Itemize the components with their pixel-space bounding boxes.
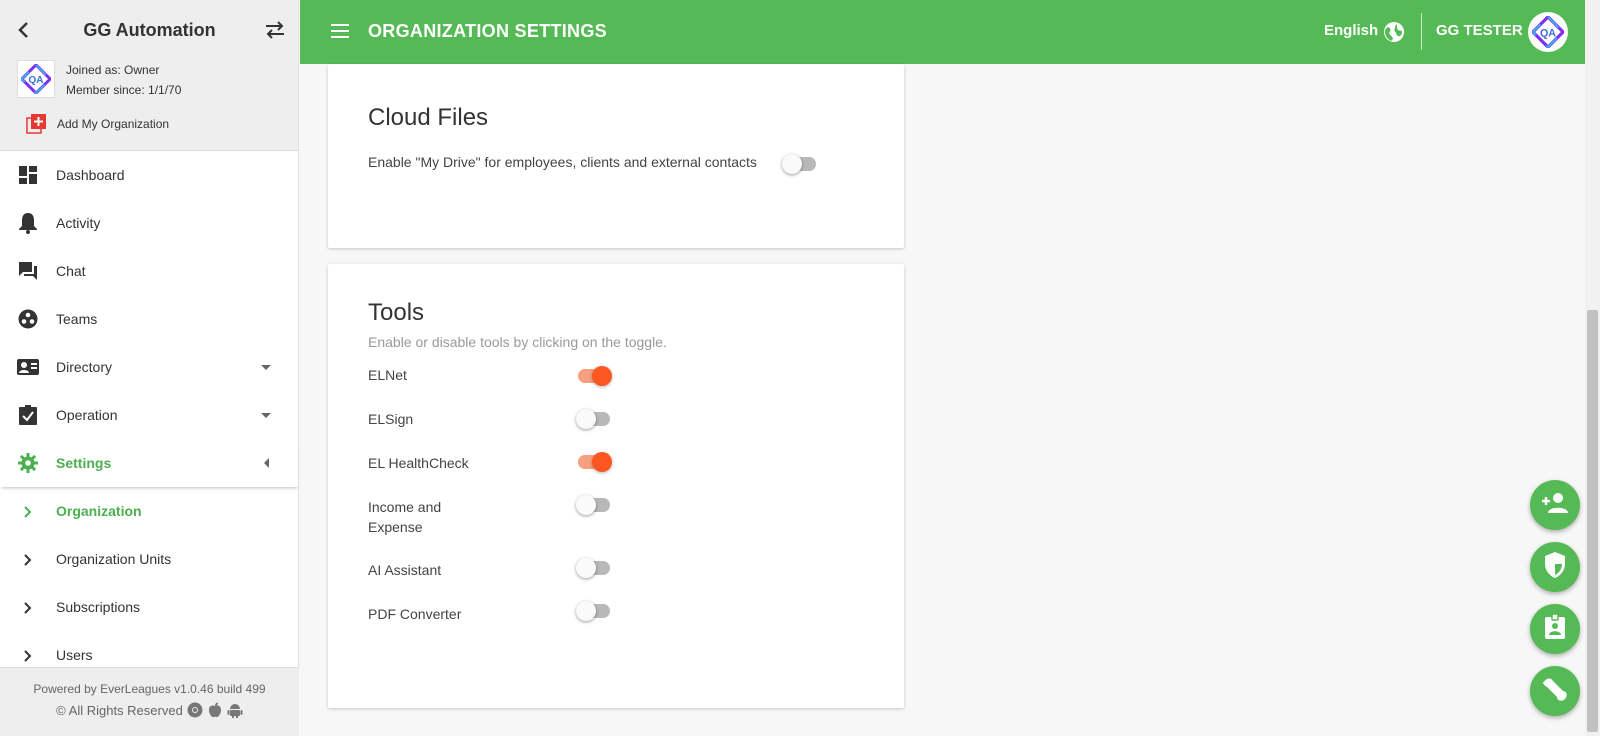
scrollbar-thumb[interactable] (1587, 310, 1598, 732)
swap-icon[interactable] (264, 20, 286, 40)
sidebar-item-teams[interactable]: Teams (0, 295, 299, 343)
wrench-icon (1541, 675, 1569, 708)
contact-card-icon (17, 356, 39, 378)
globe-icon[interactable] (1383, 21, 1405, 43)
top-app-bar: ORGANIZATION SETTINGS English GG TESTER … (300, 0, 1585, 64)
sidebar-item-operation[interactable]: Operation (0, 391, 299, 439)
sidebar-nav: Dashboard Activity Chat Teams Directory … (0, 151, 299, 679)
tools-fab[interactable] (1530, 666, 1580, 716)
caret-down-icon (261, 364, 271, 370)
tools-card: Tools Enable or disable tools by clickin… (328, 264, 904, 708)
sidebar-subitem-label: Users (56, 647, 93, 663)
chevron-right-icon (22, 649, 34, 662)
cloud-files-card: Cloud Files Enable "My Drive" for employ… (328, 64, 904, 248)
teams-icon (17, 308, 39, 330)
tool-label-income-expense: Income and Expense (368, 499, 442, 535)
chevron-right-icon (22, 601, 34, 614)
add-organization-label: Add My Organization (57, 117, 170, 131)
caret-down-icon (261, 412, 271, 418)
security-fab[interactable] (1530, 542, 1580, 592)
my-drive-label: Enable "My Drive" for employees, clients… (368, 154, 757, 170)
org-logo: QA (17, 60, 55, 98)
tool-label-elnet: ELNet (368, 367, 407, 383)
sidebar-item-label: Directory (56, 359, 113, 375)
clipboard-check-icon (17, 404, 39, 426)
sidebar-subitem-organization-units[interactable]: Organization Units (0, 535, 299, 583)
add-organization-button[interactable]: Add My Organization (26, 114, 169, 134)
sidebar-item-directory[interactable]: Directory (0, 343, 299, 391)
apple-icon[interactable] (207, 702, 223, 718)
svg-text:QA: QA (1540, 27, 1556, 39)
sidebar-item-label: Settings (56, 455, 112, 471)
page-scrollbar[interactable] (1585, 0, 1600, 736)
sidebar-item-label: Chat (56, 263, 86, 279)
badge-icon (1544, 612, 1566, 645)
chat-icon (17, 260, 39, 282)
sidebar-subitem-label: Subscriptions (56, 599, 141, 615)
tool-label-ai-assistant: AI Assistant (368, 562, 442, 578)
sidebar-header: GG Automation QA Joined as: Owner Member… (0, 0, 298, 151)
elsign-toggle[interactable] (576, 409, 612, 429)
page-title: ORGANIZATION SETTINGS (368, 21, 607, 41)
tool-label-pdf-converter: PDF Converter (368, 606, 462, 622)
gear-icon (17, 452, 39, 474)
copyright-text: © All Rights Reserved (56, 702, 183, 718)
sidebar-item-settings[interactable]: Settings (0, 439, 299, 487)
joined-as: Joined as: Owner (66, 63, 160, 77)
header-divider (1421, 13, 1422, 50)
caret-left-icon (264, 458, 269, 468)
tool-label-el-healthcheck: EL HealthCheck (368, 455, 469, 471)
badge-fab[interactable] (1530, 604, 1580, 654)
chevron-right-icon (22, 553, 34, 566)
elnet-toggle[interactable] (576, 366, 612, 386)
user-name[interactable]: GG TESTER (1436, 22, 1523, 39)
bell-icon (17, 212, 39, 234)
sidebar-subitem-label: Organization Units (56, 551, 172, 567)
menu-icon[interactable] (330, 22, 352, 40)
language-selector[interactable]: English (1324, 22, 1378, 39)
el-healthcheck-toggle[interactable] (576, 452, 612, 472)
chevron-right-icon (22, 505, 34, 518)
sidebar-subitem-subscriptions[interactable]: Subscriptions (0, 583, 299, 631)
my-drive-toggle[interactable] (782, 154, 818, 174)
sidebar-item-label: Operation (56, 407, 118, 423)
chrome-icon[interactable] (187, 702, 203, 718)
add-person-fab[interactable] (1530, 480, 1580, 530)
tools-description: Enable or disable tools by clicking on t… (368, 334, 667, 350)
cloud-files-title: Cloud Files (368, 104, 489, 131)
member-since: Member since: 1/1/70 (66, 83, 182, 97)
avatar[interactable]: QA (1528, 12, 1568, 52)
sidebar-item-dashboard[interactable]: Dashboard (0, 151, 299, 199)
powered-by-text: Powered by EverLeagues v1.0.46 build 499 (33, 682, 266, 696)
tools-title: Tools (368, 299, 425, 326)
sidebar: GG Automation QA Joined as: Owner Member… (0, 0, 299, 736)
pdf-converter-toggle[interactable] (576, 601, 612, 621)
ai-assistant-toggle[interactable] (576, 558, 612, 578)
dashboard-icon (17, 164, 39, 186)
add-person-icon (1540, 491, 1570, 520)
income-expense-toggle[interactable] (576, 495, 612, 515)
sidebar-footer: Powered by EverLeagues v1.0.46 build 499… (0, 667, 299, 736)
sidebar-item-activity[interactable]: Activity (0, 199, 299, 247)
sidebar-item-label: Teams (56, 311, 98, 327)
sidebar-subitem-label: Organization (56, 503, 142, 519)
shield-icon (1543, 551, 1567, 584)
svg-text:QA: QA (29, 75, 44, 86)
sidebar-item-chat[interactable]: Chat (0, 247, 299, 295)
sidebar-subitem-organization[interactable]: Organization (0, 487, 299, 535)
sidebar-item-label: Dashboard (56, 167, 125, 183)
org-name: GG Automation (83, 20, 216, 40)
tool-label-elsign: ELSign (368, 411, 414, 427)
add-box-icon (26, 114, 46, 134)
sidebar-item-label: Activity (56, 215, 101, 231)
android-icon[interactable] (227, 702, 243, 718)
